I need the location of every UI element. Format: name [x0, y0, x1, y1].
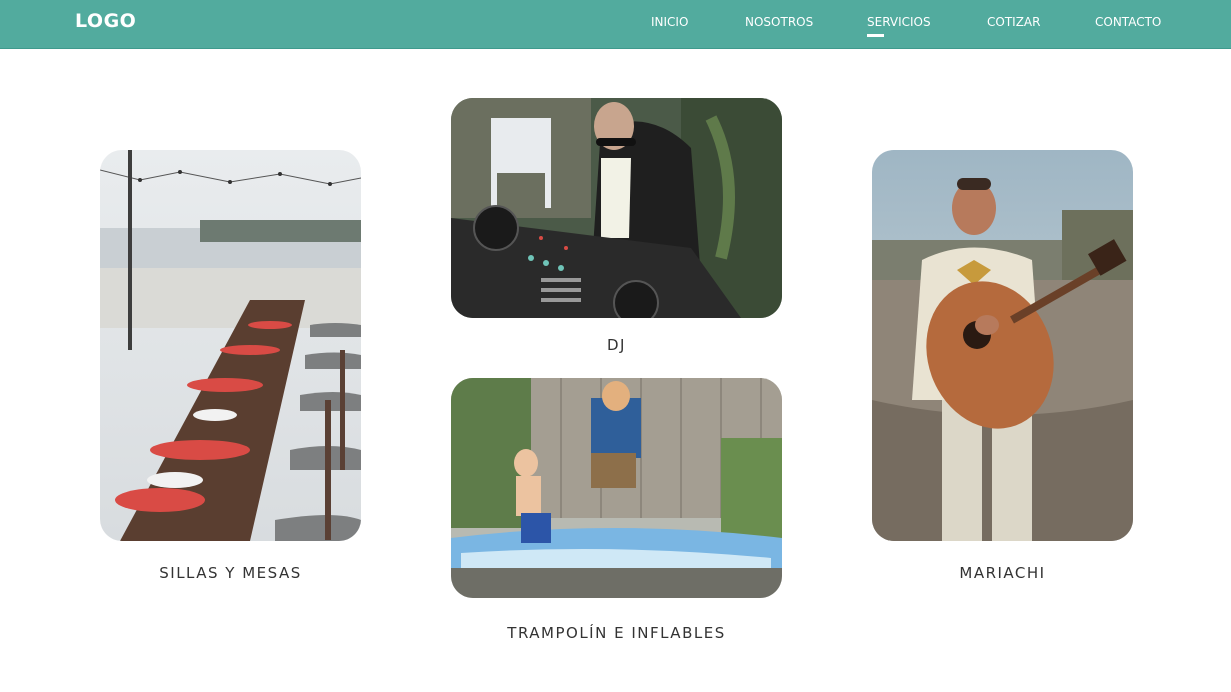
- nav-cotizar[interactable]: COTIZAR: [987, 15, 1040, 29]
- active-indicator: [867, 34, 884, 37]
- caption-dj: DJ: [607, 336, 626, 354]
- caption-trampolin-e-inflables: TRAMPOLÍN E INFLABLES: [507, 624, 726, 642]
- nav-contacto[interactable]: CONTACTO: [1095, 15, 1161, 29]
- mariachi-guitar-photo[interactable]: [872, 150, 1133, 541]
- caption-sillas-y-mesas: SILLAS Y MESAS: [159, 564, 302, 582]
- logo[interactable]: LOGO: [75, 10, 136, 32]
- table-setting-photo[interactable]: [100, 150, 361, 541]
- dj-mixer-photo[interactable]: [451, 98, 782, 318]
- kids-inflatable-photo[interactable]: [451, 378, 782, 598]
- nav-nosotros[interactable]: NOSOTROS: [745, 15, 813, 29]
- nav-servicios-label: SERVICIOS: [867, 15, 931, 29]
- nav-inicio[interactable]: INICIO: [651, 15, 688, 29]
- nav-servicios[interactable]: SERVICIOS: [867, 15, 931, 37]
- navbar: LOGO INICIO NOSOTROS SERVICIOS COTIZAR C…: [0, 0, 1231, 49]
- caption-mariachi: MARIACHI: [959, 564, 1046, 582]
